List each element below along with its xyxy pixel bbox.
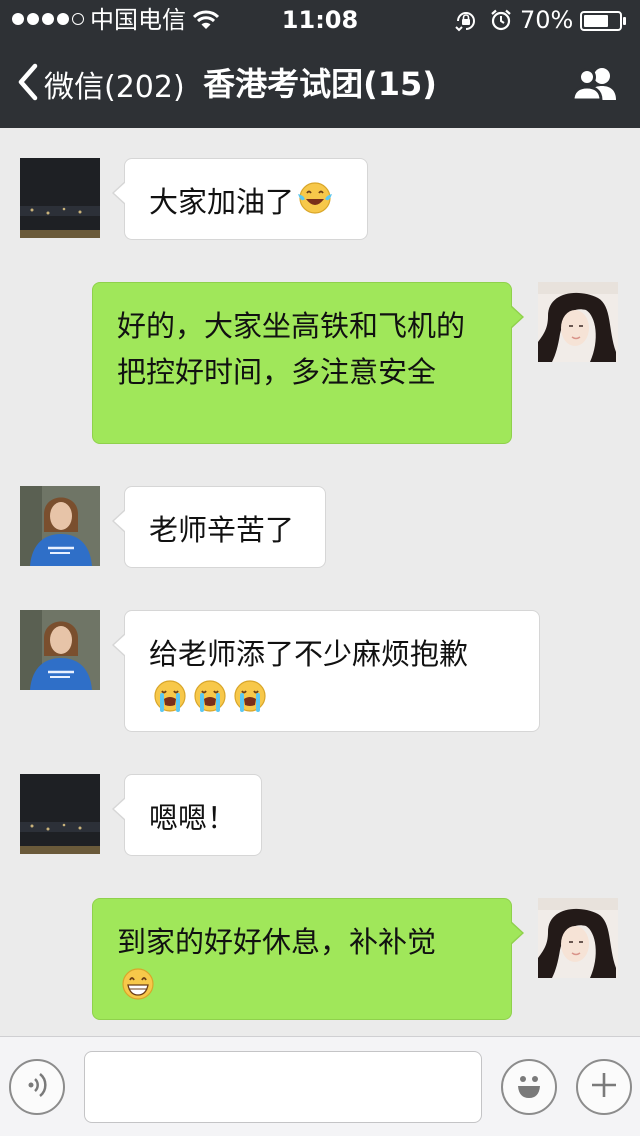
- avatar[interactable]: [20, 610, 100, 690]
- chat-title: 香港考试团(15): [203, 65, 437, 103]
- avatar[interactable]: [20, 486, 100, 566]
- emoji-smile-icon: [511, 1067, 547, 1107]
- avatar[interactable]: [20, 774, 100, 854]
- message-text: 大家加油了: [149, 185, 295, 219]
- loudly-crying-emoji-icon: [191, 678, 229, 727]
- message-bubble[interactable]: 嗯嗯！: [112, 774, 262, 856]
- message-bubble[interactable]: 大家加油了: [112, 158, 368, 240]
- message-bubble[interactable]: 好的，大家坐高铁和飞机的把控好时间，多注意安全: [92, 282, 524, 444]
- message-bubble[interactable]: 老师辛苦了: [112, 486, 326, 568]
- message-input[interactable]: [84, 1051, 482, 1123]
- battery-percentage: 70%: [520, 6, 574, 34]
- emoji-button[interactable]: [501, 1059, 557, 1115]
- group-members-button[interactable]: [571, 66, 618, 106]
- message-text: 给老师添了不少麻烦抱歉: [149, 637, 469, 671]
- more-options-button[interactable]: [576, 1059, 632, 1115]
- chat-messages: 大家加油了 好的，大家坐高铁和飞机的把控好时间，多注意安全 老师辛苦了 给老师添…: [0, 128, 640, 1036]
- battery-icon: [580, 11, 626, 31]
- plus-icon: [589, 1070, 619, 1104]
- message-text: 嗯嗯！: [149, 801, 237, 835]
- input-toolbar: [0, 1036, 640, 1136]
- avatar[interactable]: [538, 282, 618, 362]
- loudly-crying-emoji-icon: [231, 678, 269, 727]
- grinning-emoji-icon: [119, 966, 157, 1015]
- message-text: 到家的好好休息，补补觉: [117, 925, 437, 959]
- group-members-icon: [571, 68, 618, 106]
- nav-bar: 微信(202) 香港考试团(15): [0, 40, 640, 128]
- status-bar: 中国电信 11:08 70%: [0, 0, 640, 40]
- rotation-lock-icon: [454, 9, 478, 37]
- message-text: 老师辛苦了: [149, 513, 295, 547]
- alarm-icon: [490, 9, 512, 35]
- message-text: 好的，大家坐高铁和飞机的把控好时间，多注意安全: [117, 309, 466, 389]
- loudly-crying-emoji-icon: [151, 678, 189, 727]
- avatar[interactable]: [538, 898, 618, 978]
- voice-input-icon: [22, 1070, 52, 1104]
- avatar[interactable]: [20, 158, 100, 238]
- voice-input-button[interactable]: [9, 1059, 65, 1115]
- message-bubble[interactable]: 给老师添了不少麻烦抱歉: [112, 610, 540, 732]
- tears-of-joy-emoji-icon: [296, 180, 334, 229]
- message-bubble[interactable]: 到家的好好休息，补补觉: [92, 898, 524, 1020]
